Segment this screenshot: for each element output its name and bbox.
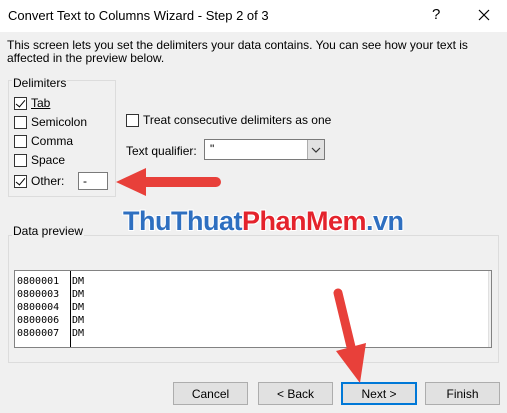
horizontal-scrollbar[interactable] bbox=[15, 348, 491, 361]
preview-cell-col2: DM bbox=[72, 315, 85, 326]
watermark-part-3: .vn bbox=[366, 206, 404, 236]
scroll-thumb[interactable] bbox=[491, 289, 492, 305]
data-preview-rows: 0800001 DM 0800003 DM 0800004 DM 0800006 DM 0800… bbox=[17, 275, 84, 340]
text-qualifier-label: Text qualifier: bbox=[126, 144, 197, 158]
preview-row: 0800001 DM bbox=[17, 275, 84, 288]
watermark-part-1: ThuThuat bbox=[123, 206, 242, 236]
preview-cell-col2: DM bbox=[72, 328, 85, 339]
preview-cell-col1: 0800003 bbox=[17, 289, 60, 300]
back-button[interactable]: < Back bbox=[258, 382, 333, 405]
preview-cell-col2: DM bbox=[72, 302, 85, 313]
delimiters-group-label: Delimiters bbox=[12, 76, 68, 90]
preview-cell-col1: 0800007 bbox=[17, 328, 60, 339]
space-label: Space bbox=[31, 153, 66, 167]
text-qualifier-value: " bbox=[210, 142, 215, 156]
help-button[interactable]: ? bbox=[432, 6, 440, 23]
window-title: Convert Text to Columns Wizard - Step 2 … bbox=[8, 8, 269, 23]
treat-consecutive-checkbox[interactable]: Treat consecutive delimiters as one bbox=[126, 112, 331, 128]
arrow-to-other-input-icon bbox=[116, 168, 221, 196]
preview-cell-col2: DM bbox=[72, 289, 85, 300]
preview-row: 0800007 DM bbox=[17, 327, 84, 340]
watermark-logo: ThuThuatPhanMem.vn bbox=[123, 206, 404, 237]
preview-row: 0800004 DM bbox=[17, 301, 84, 314]
preview-cell-col1: 0800001 bbox=[17, 276, 60, 287]
checkbox-treat-consecutive[interactable] bbox=[126, 113, 139, 127]
comma-label: Comma bbox=[31, 134, 74, 148]
finish-button[interactable]: Finish bbox=[425, 382, 500, 405]
preview-cell-col1: 0800004 bbox=[17, 302, 60, 313]
other-delimiter-checkbox[interactable]: Other: bbox=[14, 173, 64, 189]
chevron-down-icon[interactable] bbox=[307, 140, 324, 159]
checkbox-space[interactable] bbox=[14, 153, 27, 167]
preview-cell-col2: DM bbox=[72, 276, 85, 287]
checkbox-tab[interactable] bbox=[14, 96, 27, 110]
other-label: Other: bbox=[31, 174, 65, 188]
vertical-scrollbar[interactable]: ▲ bbox=[488, 271, 492, 347]
column-break-line[interactable] bbox=[70, 271, 71, 347]
close-icon[interactable] bbox=[474, 3, 494, 27]
arrow-to-next-button-icon bbox=[333, 288, 366, 383]
semicolon-delimiter-checkbox[interactable]: Semicolon bbox=[14, 114, 87, 130]
semicolon-label: Semicolon bbox=[31, 115, 88, 129]
checkbox-comma[interactable] bbox=[14, 134, 27, 148]
cancel-button[interactable]: Cancel bbox=[173, 382, 248, 405]
preview-row: 0800006 DM bbox=[17, 314, 84, 327]
text-qualifier-select[interactable]: " bbox=[204, 139, 325, 160]
checkbox-semicolon[interactable] bbox=[14, 115, 27, 129]
other-delimiter-input[interactable]: - bbox=[78, 172, 108, 190]
space-delimiter-checkbox[interactable]: Space bbox=[14, 152, 65, 168]
checkbox-other[interactable] bbox=[14, 174, 27, 188]
treat-consecutive-label: Treat consecutive delimiters as one bbox=[143, 113, 332, 127]
preview-cell-col1: 0800006 bbox=[17, 315, 60, 326]
tab-delimiter-checkbox[interactable]: Tab bbox=[14, 95, 50, 111]
watermark-part-2: PhanMem bbox=[241, 206, 367, 236]
step-description: This screen lets you set the delimiters … bbox=[7, 38, 468, 65]
title-bar: Convert Text to Columns Wizard - Step 2 … bbox=[0, 0, 507, 32]
tab-label: Tab bbox=[31, 96, 51, 110]
data-preview-label: Data preview bbox=[12, 224, 85, 238]
preview-row: 0800003 DM bbox=[17, 288, 84, 301]
comma-delimiter-checkbox[interactable]: Comma bbox=[14, 133, 73, 149]
data-preview-box: 0800001 DM 0800003 DM 0800004 DM 0800006 DM 0800… bbox=[14, 270, 492, 348]
